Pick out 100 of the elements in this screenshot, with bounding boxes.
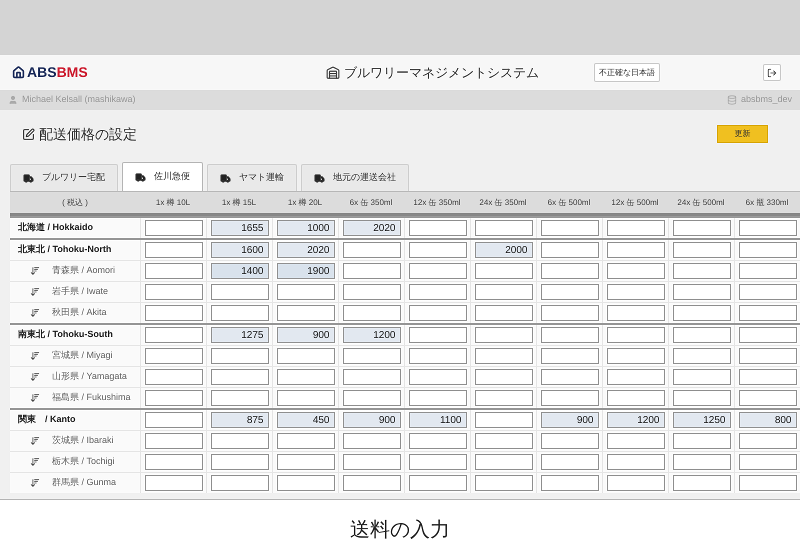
price-field[interactable] (474, 369, 532, 385)
price-field[interactable]: 1200 (606, 412, 664, 428)
price-field[interactable] (210, 433, 268, 449)
price-field[interactable] (606, 305, 664, 321)
price-field[interactable] (606, 284, 664, 300)
language-button[interactable]: 不正確な日本語 (594, 63, 660, 82)
price-field[interactable] (210, 348, 268, 364)
price-field[interactable] (342, 284, 400, 300)
update-button[interactable]: 更新 (717, 125, 768, 143)
price-field[interactable] (540, 475, 598, 491)
price-field[interactable] (342, 348, 400, 364)
price-field[interactable]: 2020 (276, 242, 334, 258)
price-field[interactable]: 2000 (474, 242, 532, 258)
price-field[interactable] (540, 369, 598, 385)
price-field[interactable] (474, 284, 532, 300)
price-field[interactable] (540, 242, 598, 258)
price-field[interactable] (738, 369, 796, 385)
price-field[interactable] (606, 348, 664, 364)
price-field[interactable] (672, 433, 730, 449)
price-field[interactable] (606, 327, 664, 343)
price-field[interactable] (606, 242, 664, 258)
price-field[interactable] (342, 305, 400, 321)
price-field[interactable] (144, 454, 202, 470)
price-field[interactable] (672, 475, 730, 491)
price-field[interactable] (144, 284, 202, 300)
price-field[interactable] (144, 242, 202, 258)
price-field[interactable] (540, 327, 598, 343)
price-field[interactable] (474, 348, 532, 364)
price-field[interactable] (606, 475, 664, 491)
price-field[interactable] (210, 305, 268, 321)
price-field[interactable] (540, 305, 598, 321)
price-field[interactable] (210, 390, 268, 406)
price-field[interactable] (474, 220, 532, 236)
price-field[interactable] (144, 348, 202, 364)
price-field[interactable]: 900 (540, 412, 598, 428)
carrier-tab[interactable]: ブルワリー宅配 (10, 164, 118, 191)
price-field[interactable] (144, 390, 202, 406)
price-field[interactable] (276, 284, 334, 300)
price-field[interactable] (540, 220, 598, 236)
price-field[interactable] (540, 263, 598, 279)
price-field[interactable] (342, 390, 400, 406)
price-field[interactable] (738, 284, 796, 300)
price-field[interactable] (672, 220, 730, 236)
price-field[interactable] (474, 327, 532, 343)
price-field[interactable]: 1250 (672, 412, 730, 428)
price-field[interactable] (408, 390, 466, 406)
price-field[interactable] (408, 284, 466, 300)
price-field[interactable] (672, 348, 730, 364)
price-field[interactable] (606, 390, 664, 406)
price-field[interactable] (144, 327, 202, 343)
price-field[interactable] (342, 369, 400, 385)
price-field[interactable] (474, 305, 532, 321)
price-field[interactable] (474, 454, 532, 470)
price-field[interactable] (408, 220, 466, 236)
carrier-tab[interactable]: 地元の運送会社 (301, 164, 409, 191)
price-field[interactable] (540, 454, 598, 470)
price-field[interactable] (408, 348, 466, 364)
price-field[interactable]: 1655 (210, 220, 268, 236)
price-field[interactable] (408, 327, 466, 343)
price-field[interactable] (474, 412, 532, 428)
price-field[interactable] (144, 433, 202, 449)
carrier-tab[interactable]: ヤマト運輸 (207, 164, 297, 191)
price-field[interactable]: 900 (342, 412, 400, 428)
price-field[interactable]: 1200 (342, 327, 400, 343)
price-field[interactable] (342, 263, 400, 279)
price-field[interactable] (276, 369, 334, 385)
price-field[interactable] (408, 305, 466, 321)
carrier-tab[interactable]: 佐川急便 (122, 162, 203, 191)
price-field[interactable] (540, 284, 598, 300)
price-field[interactable]: 1400 (210, 263, 268, 279)
price-field[interactable] (738, 242, 796, 258)
price-field[interactable] (738, 305, 796, 321)
price-field[interactable] (144, 412, 202, 428)
price-field[interactable] (342, 475, 400, 491)
price-field[interactable] (738, 475, 796, 491)
price-field[interactable] (144, 475, 202, 491)
price-field[interactable] (342, 242, 400, 258)
price-field[interactable] (276, 348, 334, 364)
price-field[interactable] (540, 390, 598, 406)
price-field[interactable] (672, 369, 730, 385)
price-field[interactable] (408, 454, 466, 470)
price-field[interactable] (672, 390, 730, 406)
price-field[interactable] (276, 390, 334, 406)
price-field[interactable] (738, 454, 796, 470)
price-field[interactable] (474, 263, 532, 279)
price-field[interactable] (606, 433, 664, 449)
price-field[interactable]: 1275 (210, 327, 268, 343)
price-field[interactable]: 875 (210, 412, 268, 428)
price-field[interactable]: 1600 (210, 242, 268, 258)
price-field[interactable] (474, 390, 532, 406)
price-field[interactable] (606, 220, 664, 236)
price-field[interactable] (738, 263, 796, 279)
price-field[interactable]: 1000 (276, 220, 334, 236)
price-field[interactable] (606, 263, 664, 279)
price-field[interactable] (408, 263, 466, 279)
price-field[interactable] (672, 284, 730, 300)
price-field[interactable] (276, 475, 334, 491)
price-field[interactable]: 1100 (408, 412, 466, 428)
price-field[interactable] (144, 369, 202, 385)
price-field[interactable] (210, 284, 268, 300)
